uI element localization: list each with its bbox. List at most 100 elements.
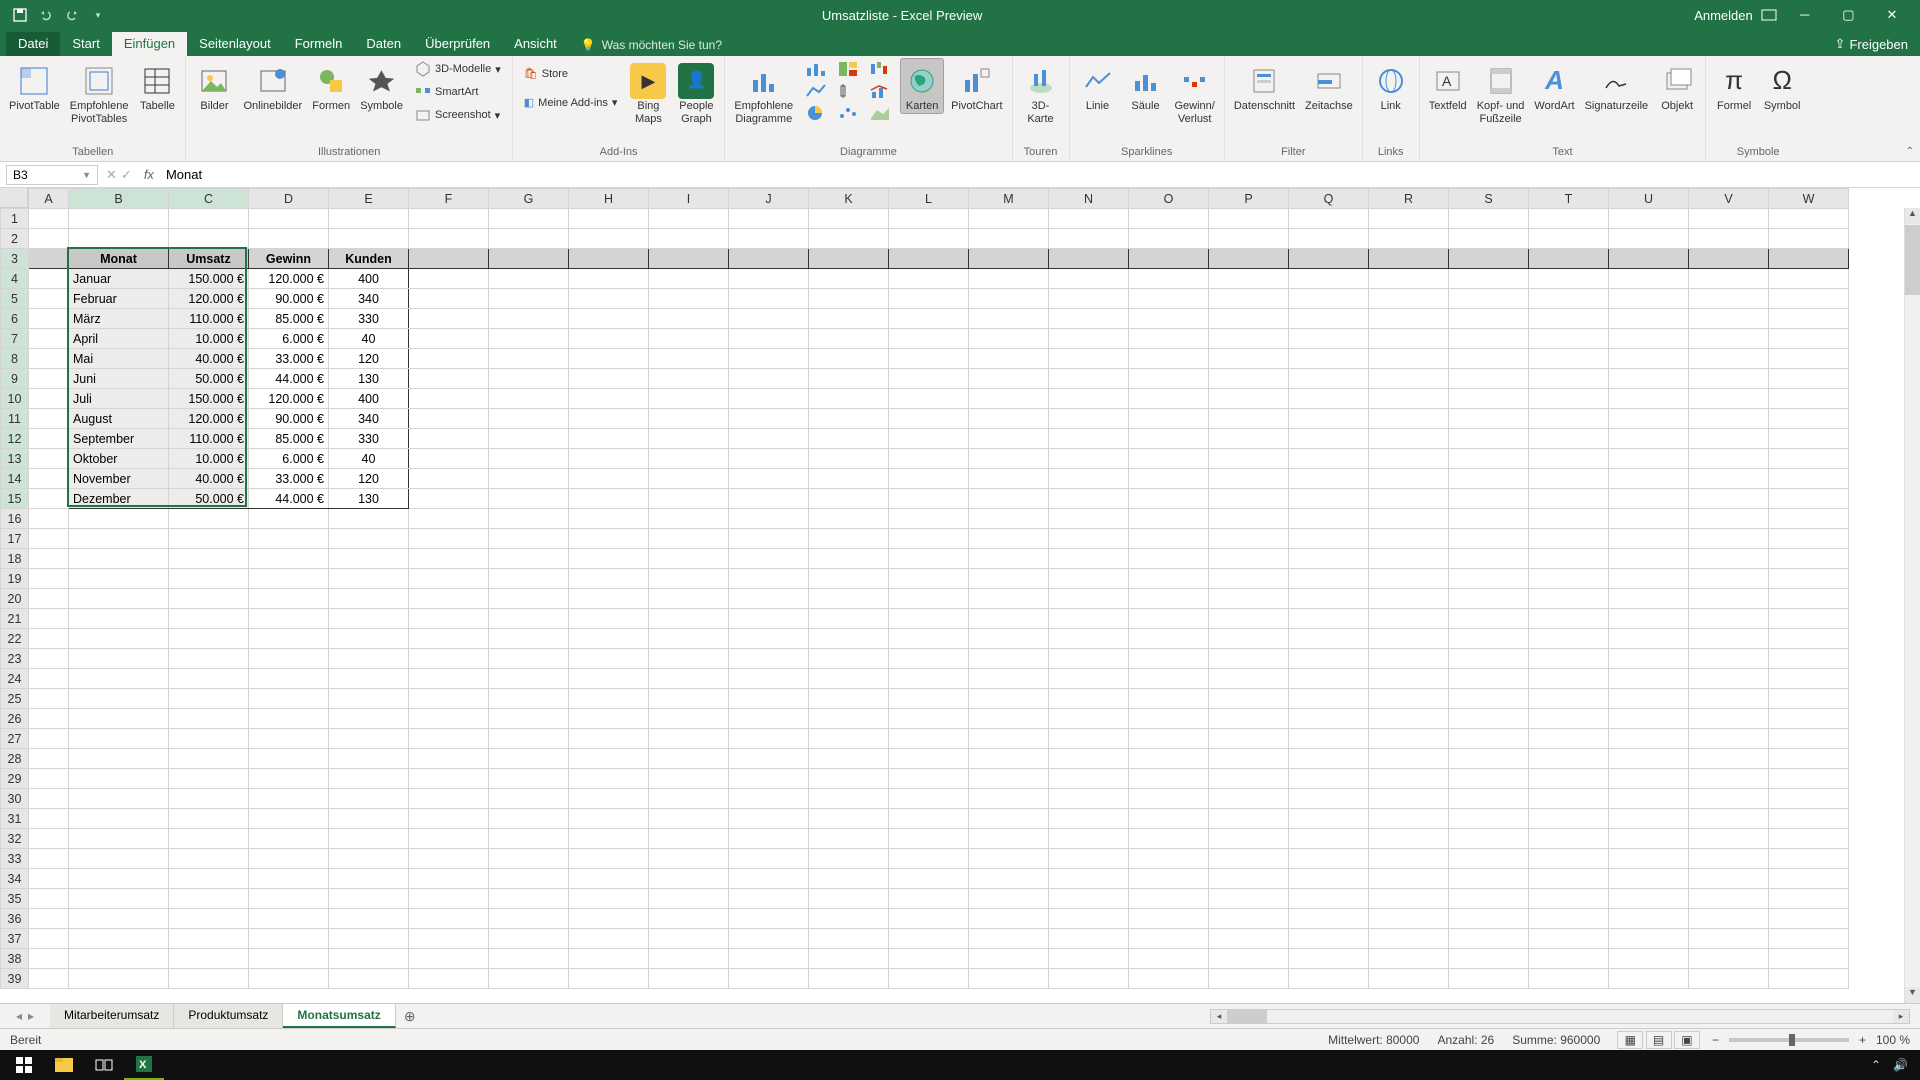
cell-H19[interactable] xyxy=(569,569,649,589)
cell-B5[interactable]: Februar xyxy=(69,289,169,309)
cell-J32[interactable] xyxy=(729,829,809,849)
cell-L10[interactable] xyxy=(889,389,969,409)
cell-J1[interactable] xyxy=(729,209,809,229)
cell-N24[interactable] xyxy=(1049,669,1129,689)
cell-H24[interactable] xyxy=(569,669,649,689)
start-button[interactable] xyxy=(4,1050,44,1080)
cell-G24[interactable] xyxy=(489,669,569,689)
cell-W37[interactable] xyxy=(1769,929,1849,949)
cell-F31[interactable] xyxy=(409,809,489,829)
cell-N8[interactable] xyxy=(1049,349,1129,369)
zoom-level[interactable]: 100 % xyxy=(1876,1033,1910,1047)
cell-K14[interactable] xyxy=(809,469,889,489)
cell-C10[interactable]: 150.000 € xyxy=(169,389,249,409)
cell-T29[interactable] xyxy=(1529,769,1609,789)
cell-S5[interactable] xyxy=(1449,289,1529,309)
col-header-S[interactable]: S xyxy=(1449,189,1529,209)
cell-W25[interactable] xyxy=(1769,689,1849,709)
cell-P4[interactable] xyxy=(1209,269,1289,289)
cell-P26[interactable] xyxy=(1209,709,1289,729)
cell-H15[interactable] xyxy=(569,489,649,509)
cell-M5[interactable] xyxy=(969,289,1049,309)
cell-G21[interactable] xyxy=(489,609,569,629)
cell-C8[interactable]: 40.000 € xyxy=(169,349,249,369)
cell-A29[interactable] xyxy=(29,769,69,789)
cell-N21[interactable] xyxy=(1049,609,1129,629)
cell-N35[interactable] xyxy=(1049,889,1129,909)
cell-F21[interactable] xyxy=(409,609,489,629)
col-header-R[interactable]: R xyxy=(1369,189,1449,209)
cell-S33[interactable] xyxy=(1449,849,1529,869)
cell-H12[interactable] xyxy=(569,429,649,449)
cell-D35[interactable] xyxy=(249,889,329,909)
cell-A38[interactable] xyxy=(29,949,69,969)
cell-H18[interactable] xyxy=(569,549,649,569)
cell-F11[interactable] xyxy=(409,409,489,429)
cell-J38[interactable] xyxy=(729,949,809,969)
cell-H2[interactable] xyxy=(569,229,649,249)
cell-S28[interactable] xyxy=(1449,749,1529,769)
cell-L39[interactable] xyxy=(889,969,969,989)
cell-F23[interactable] xyxy=(409,649,489,669)
cell-M21[interactable] xyxy=(969,609,1049,629)
row-header-21[interactable]: 21 xyxy=(1,609,29,629)
cell-L1[interactable] xyxy=(889,209,969,229)
cell-U19[interactable] xyxy=(1609,569,1689,589)
cell-W39[interactable] xyxy=(1769,969,1849,989)
cell-G13[interactable] xyxy=(489,449,569,469)
cell-V34[interactable] xyxy=(1689,869,1769,889)
col-header-B[interactable]: B xyxy=(69,189,169,209)
cell-P2[interactable] xyxy=(1209,229,1289,249)
cell-I21[interactable] xyxy=(649,609,729,629)
cell-L32[interactable] xyxy=(889,829,969,849)
cell-R23[interactable] xyxy=(1369,649,1449,669)
row-header-18[interactable]: 18 xyxy=(1,549,29,569)
cell-P16[interactable] xyxy=(1209,509,1289,529)
cell-U6[interactable] xyxy=(1609,309,1689,329)
cell-H36[interactable] xyxy=(569,909,649,929)
tray-volume-icon[interactable]: 🔊 xyxy=(1893,1058,1908,1072)
cell-W24[interactable] xyxy=(1769,669,1849,689)
cell-K27[interactable] xyxy=(809,729,889,749)
cell-K29[interactable] xyxy=(809,769,889,789)
cell-N20[interactable] xyxy=(1049,589,1129,609)
cell-M27[interactable] xyxy=(969,729,1049,749)
cell-D26[interactable] xyxy=(249,709,329,729)
cell-H5[interactable] xyxy=(569,289,649,309)
row-header-32[interactable]: 32 xyxy=(1,829,29,849)
cell-O12[interactable] xyxy=(1129,429,1209,449)
cell-U12[interactable] xyxy=(1609,429,1689,449)
cell-I35[interactable] xyxy=(649,889,729,909)
cell-I32[interactable] xyxy=(649,829,729,849)
bing-maps-button[interactable]: ▶Bing Maps xyxy=(626,58,670,126)
cell-V1[interactable] xyxy=(1689,209,1769,229)
cell-A17[interactable] xyxy=(29,529,69,549)
col-header-H[interactable]: H xyxy=(569,189,649,209)
cell-V4[interactable] xyxy=(1689,269,1769,289)
cell-A9[interactable] xyxy=(29,369,69,389)
cell-J24[interactable] xyxy=(729,669,809,689)
cell-K8[interactable] xyxy=(809,349,889,369)
cell-L27[interactable] xyxy=(889,729,969,749)
cell-G20[interactable] xyxy=(489,589,569,609)
cell-N3[interactable] xyxy=(1049,249,1129,269)
cell-C27[interactable] xyxy=(169,729,249,749)
tab-ueberpruefen[interactable]: Überprüfen xyxy=(413,32,502,56)
cell-G26[interactable] xyxy=(489,709,569,729)
cell-B6[interactable]: März xyxy=(69,309,169,329)
cell-S22[interactable] xyxy=(1449,629,1529,649)
cell-W27[interactable] xyxy=(1769,729,1849,749)
cell-T5[interactable] xyxy=(1529,289,1609,309)
cell-M2[interactable] xyxy=(969,229,1049,249)
cell-C25[interactable] xyxy=(169,689,249,709)
cell-B7[interactable]: April xyxy=(69,329,169,349)
cell-T35[interactable] xyxy=(1529,889,1609,909)
cell-S39[interactable] xyxy=(1449,969,1529,989)
cell-I17[interactable] xyxy=(649,529,729,549)
cell-O25[interactable] xyxy=(1129,689,1209,709)
col-header-V[interactable]: V xyxy=(1689,189,1769,209)
cell-I38[interactable] xyxy=(649,949,729,969)
cell-D20[interactable] xyxy=(249,589,329,609)
collapse-ribbon-icon[interactable]: ⌃ xyxy=(1906,146,1914,157)
cell-H26[interactable] xyxy=(569,709,649,729)
